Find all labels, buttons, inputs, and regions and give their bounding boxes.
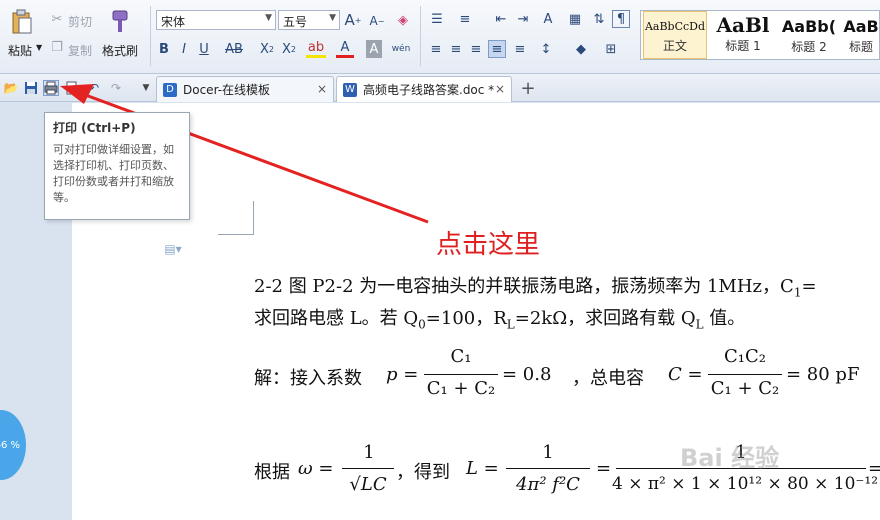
tooltip-body: 可对打印做详细设置，如选择打印机、打印页数、打印份数或者并打和缩放等。 [53, 143, 174, 204]
print-tooltip: 打印 (Ctrl+P) 可对打印做详细设置，如选择打印机、打印页数、打印份数或者… [44, 112, 190, 220]
watermark: Bai 经验 [680, 438, 779, 473]
zoom-value: 66 % [0, 439, 20, 451]
watermark-text: Bai 经验 [680, 444, 780, 472]
tooltip-title: 打印 (Ctrl+P) [53, 121, 136, 135]
